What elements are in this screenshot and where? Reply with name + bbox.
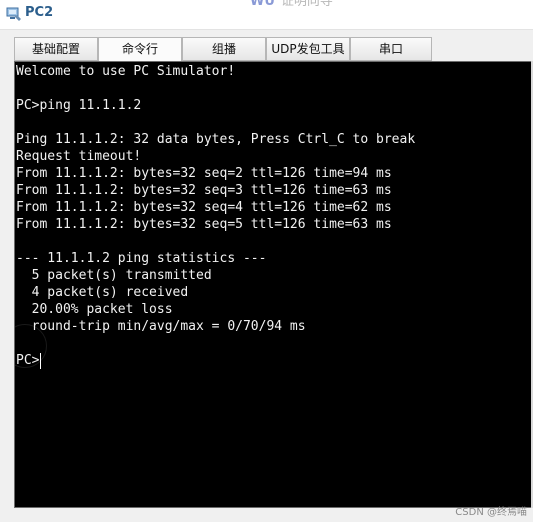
text-cursor — [40, 352, 42, 369]
watermark: CSDN @终焉喵 — [455, 507, 527, 518]
tab-basic-config[interactable]: 基础配置 — [14, 37, 98, 61]
terminal-prompt-line[interactable]: PC> — [16, 352, 415, 369]
terminal-line: Welcome to use PC Simulator! — [16, 64, 236, 79]
terminal-line: From 11.1.1.2: bytes=32 seq=2 ttl=126 ti… — [16, 166, 392, 181]
pc-simulator-window: PC2 WU 证明向导 基础配置 命令行 组播 UDP发包工具 串口 Welcom… — [0, 0, 533, 522]
window-title: PC2 — [25, 5, 54, 20]
terminal-line: From 11.1.1.2: bytes=32 seq=4 ttl=126 ti… — [16, 200, 392, 215]
terminal-line: --- 11.1.1.2 ping statistics --- — [16, 251, 267, 266]
terminal-line: From 11.1.1.2: bytes=32 seq=3 ttl=126 ti… — [16, 183, 392, 198]
bottom-strip — [0, 508, 533, 522]
command-line-terminal[interactable]: Welcome to use PC Simulator! PC>ping 11.… — [14, 61, 531, 508]
tab-serial-port[interactable]: 串口 — [350, 37, 432, 61]
terminal-line: 5 packet(s) transmitted — [16, 268, 212, 283]
terminal-line: 20.00% packet loss — [16, 302, 173, 317]
pc-icon — [6, 7, 21, 21]
terminal-line: From 11.1.1.2: bytes=32 seq=5 ttl=126 ti… — [16, 217, 392, 232]
terminal-line: round-trip min/avg/max = 0/70/94 ms — [16, 319, 306, 334]
tab-command-line[interactable]: 命令行 — [98, 37, 182, 62]
background-window-fragment: WU 证明向导 — [250, 0, 333, 9]
title-bar[interactable]: PC2 WU 证明向导 — [0, 0, 533, 30]
terminal-prompt: PC> — [16, 353, 40, 368]
terminal-line: Ping 11.1.1.2: 32 data bytes, Press Ctrl… — [16, 132, 416, 147]
tab-udp-tool[interactable]: UDP发包工具 — [266, 37, 350, 61]
terminal-line: PC>ping 11.1.1.2 — [16, 98, 142, 113]
terminal-line: 4 packet(s) received — [16, 285, 189, 300]
terminal-line: Request timeout! — [16, 149, 142, 164]
terminal-output: Welcome to use PC Simulator! PC>ping 11.… — [16, 63, 415, 369]
tab-multicast[interactable]: 组播 — [182, 37, 266, 61]
